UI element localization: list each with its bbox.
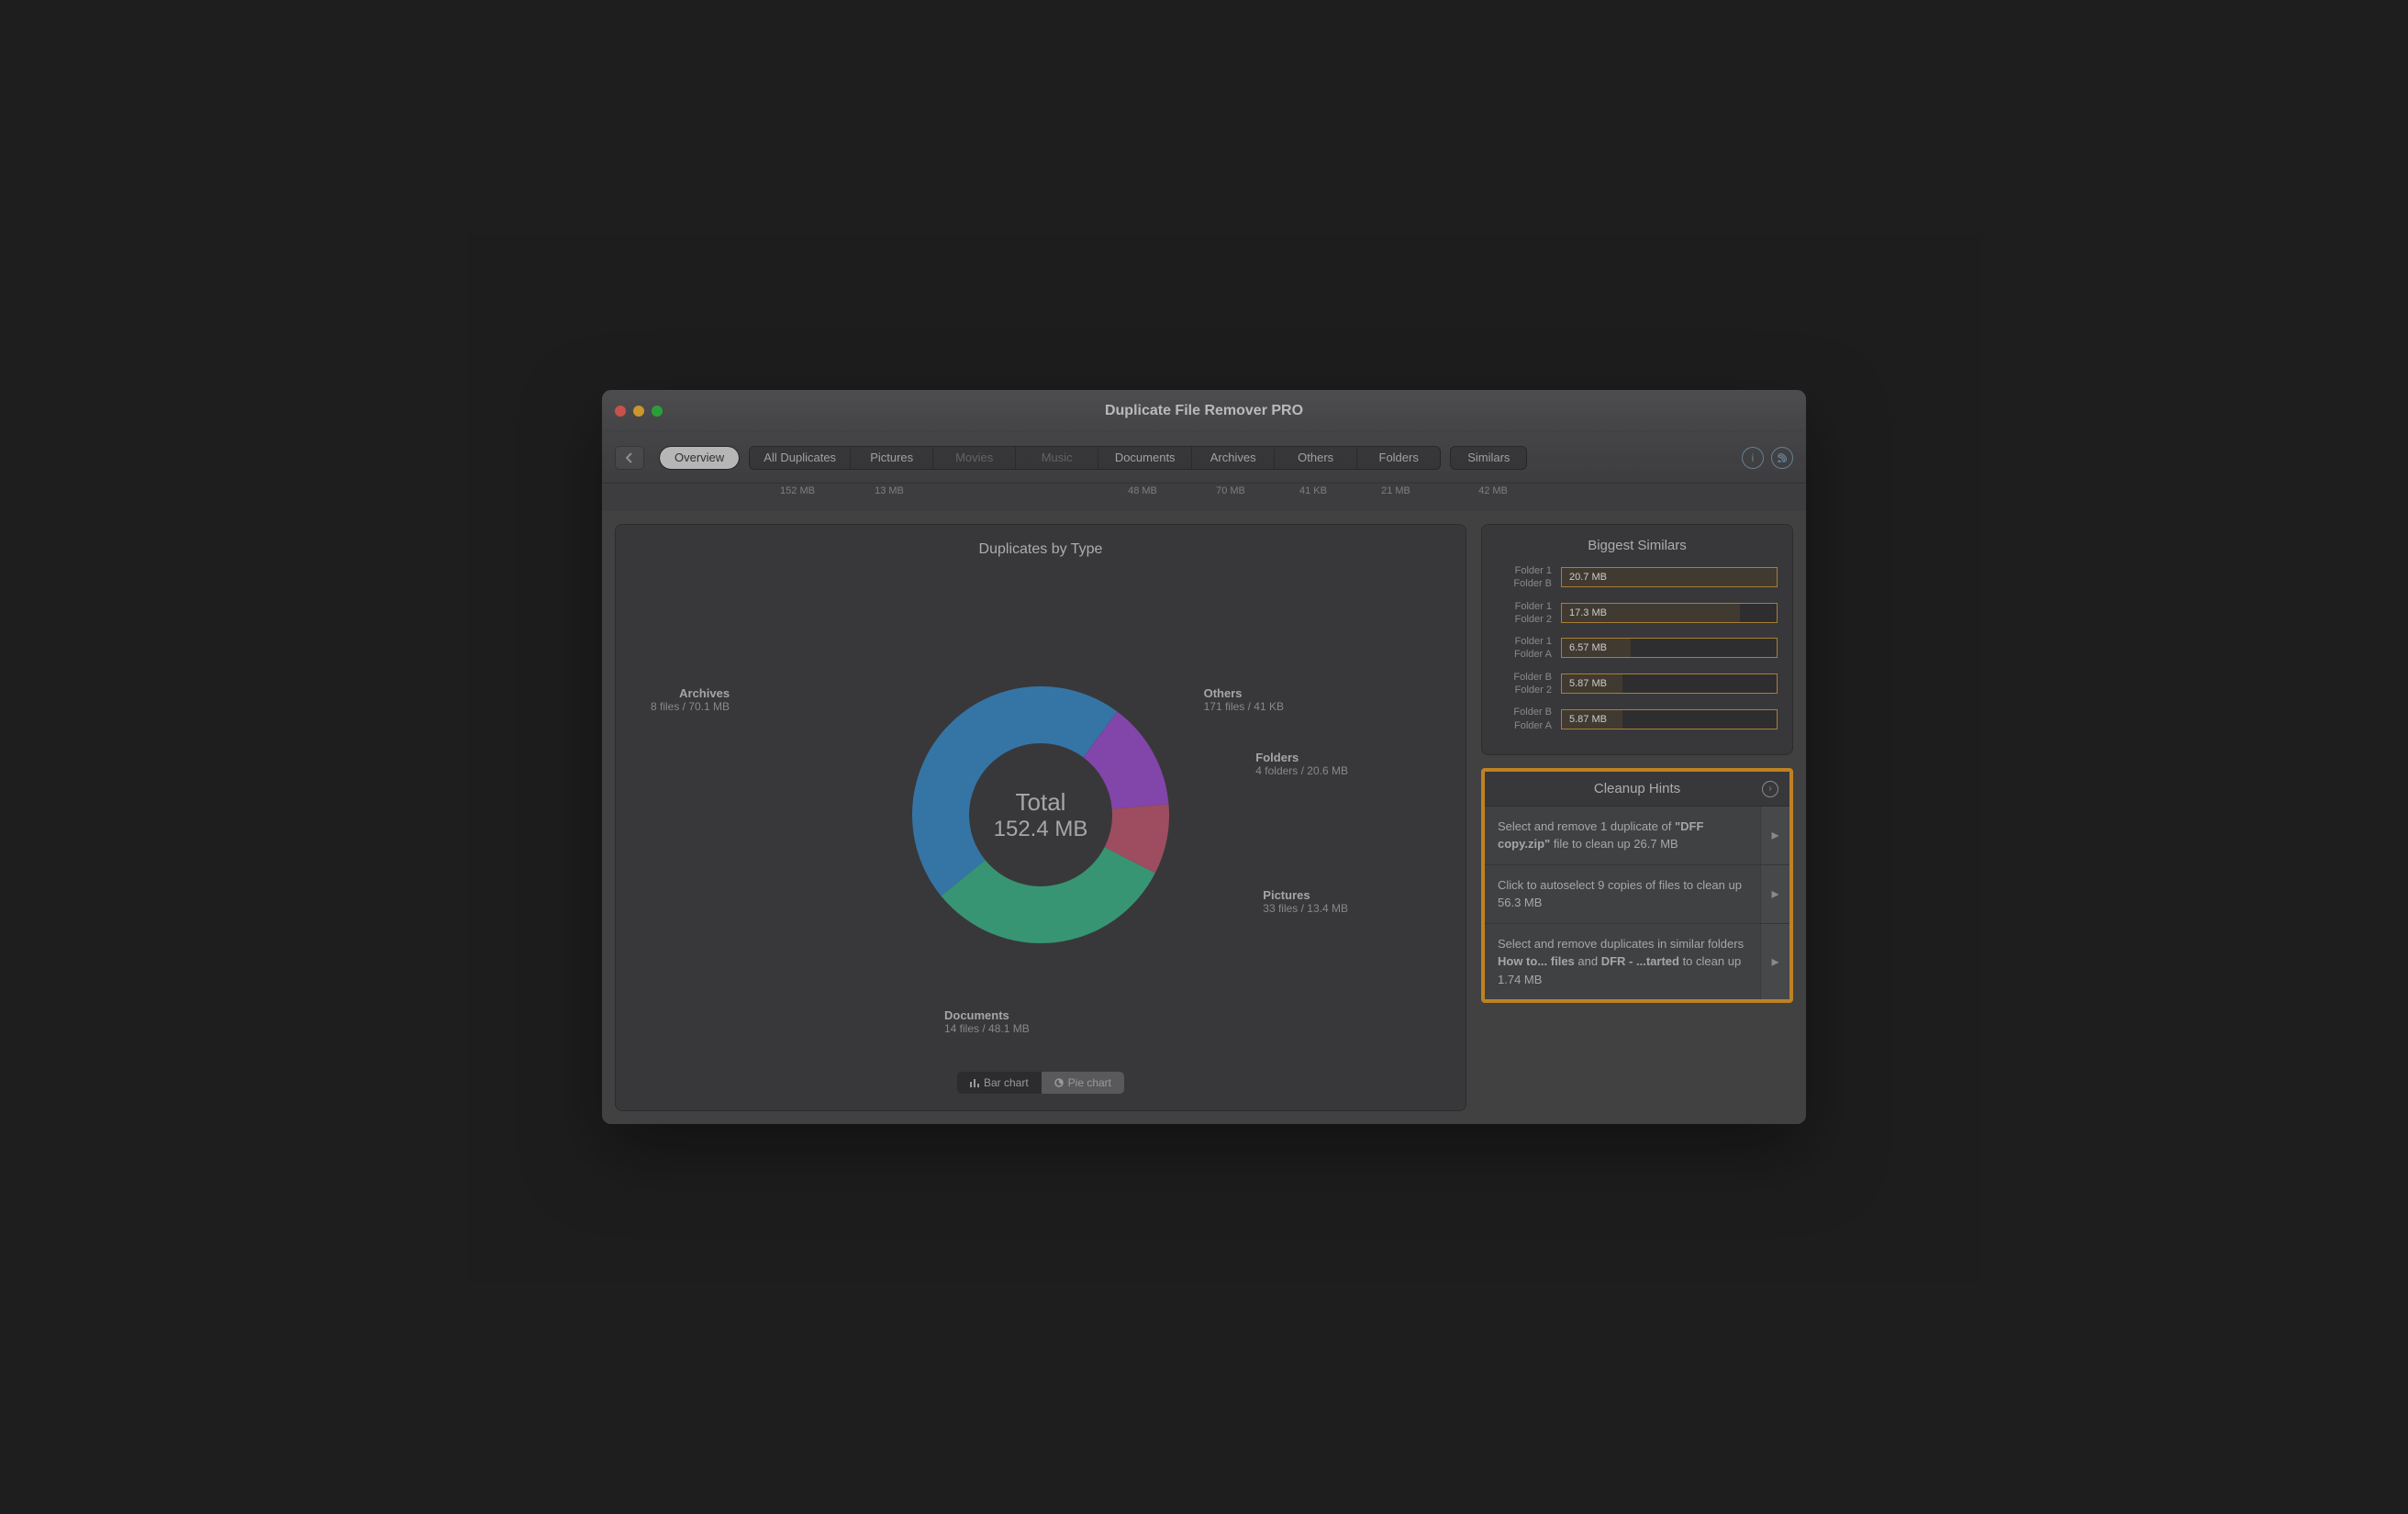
hint-text: Select and remove 1 duplicate of "DFF co… [1485,807,1760,864]
similar-size-value: 6.57 MB [1569,642,1607,653]
tab-size-label: 70 MB [1189,484,1272,511]
biggest-similars-panel: Biggest Similars Folder 1Folder B 20.7 M… [1481,524,1793,755]
cleanup-hint-item[interactable]: Select and remove 1 duplicate of "DFF co… [1485,807,1789,864]
hint-text: Click to autoselect 9 copies of files to… [1485,865,1760,923]
similar-size-value: 5.87 MB [1569,714,1607,725]
tab-size-label: 13 MB [848,484,931,511]
pie-chart-icon [1054,1078,1064,1087]
chart-title: Duplicates by Type [979,541,1103,558]
cleanup-hints-title: Cleanup Hints › [1485,772,1789,807]
chart-panel: Duplicates by Type Total 152.4 MB Archiv… [615,524,1466,1111]
hint-text: Select and remove duplicates in similar … [1485,924,1760,1000]
minimize-window-button[interactable] [633,406,644,417]
category-tabs: All DuplicatesPicturesMoviesMusicDocumen… [749,446,1441,470]
tab-all-duplicates[interactable]: All Duplicates [750,447,851,469]
traffic-lights [615,406,663,417]
similar-pair-labels: Folder BFolder A [1497,706,1552,732]
chart-type-toggle: Bar chart Pie chart [957,1072,1124,1094]
tab-size-label: 48 MB [1096,484,1189,511]
donut-center: Total 152.4 MB [994,788,1088,842]
callout-archives: Archives 8 files / 70.1 MB [651,686,730,713]
similar-row[interactable]: Folder BFolder 2 5.87 MB [1497,671,1778,697]
toolbar: Overview All DuplicatesPicturesMoviesMus… [602,432,1806,484]
similar-size-bar: 5.87 MB [1561,709,1778,729]
similar-size-bar: 5.87 MB [1561,674,1778,694]
tab-size-label: 152 MB [747,484,848,511]
hints-expand-button[interactable]: › [1762,781,1778,797]
tab-music: Music [1016,447,1098,469]
similar-row[interactable]: Folder 1Folder A 6.57 MB [1497,635,1778,662]
similar-pair-labels: Folder BFolder 2 [1497,671,1552,697]
callout-folders: Folders 4 folders / 20.6 MB [1255,751,1348,777]
tab-size-labels: 152 MB13 MB 48 MB70 MB41 KB21 MB 42 MB [602,484,1806,511]
tab-archives[interactable]: Archives [1192,447,1275,469]
similar-pair-labels: Folder 1Folder B [1497,564,1552,591]
similars-panel-title: Biggest Similars [1497,538,1778,553]
rss-button[interactable] [1771,447,1793,469]
callout-pictures: Pictures 33 files / 13.4 MB [1263,888,1348,915]
similar-row[interactable]: Folder BFolder A 5.87 MB [1497,706,1778,732]
toggle-pie-chart[interactable]: Pie chart [1042,1072,1124,1094]
similar-row[interactable]: Folder 1Folder B 20.7 MB [1497,564,1778,591]
fullscreen-window-button[interactable] [652,406,663,417]
tab-size-label: 41 KB [1272,484,1354,511]
content-area: Duplicates by Type Total 152.4 MB Archiv… [602,511,1806,1124]
tab-size-label [931,484,1013,511]
similar-size-value: 5.87 MB [1569,678,1607,689]
side-column: Biggest Similars Folder 1Folder B 20.7 M… [1481,524,1793,1111]
toggle-bar-chart[interactable]: Bar chart [957,1072,1042,1094]
similar-row[interactable]: Folder 1Folder 2 17.3 MB [1497,600,1778,627]
cleanup-hints-panel: Cleanup Hints › Select and remove 1 dupl… [1481,768,1793,1004]
similar-size-bar: 20.7 MB [1561,567,1778,587]
similar-size-value: 17.3 MB [1569,607,1607,618]
donut-center-label: Total [994,788,1088,817]
similar-pair-labels: Folder 1Folder 2 [1497,600,1552,627]
app-title: Duplicate File Remover PRO [602,403,1806,419]
cleanup-hint-item[interactable]: Select and remove duplicates in similar … [1485,923,1789,1000]
hint-action-arrow[interactable]: ▸ [1760,924,1789,1000]
similar-size-bar: 17.3 MB [1561,603,1778,623]
tab-size-label: 42 MB [1455,484,1531,511]
cleanup-hint-item[interactable]: Click to autoselect 9 copies of files to… [1485,864,1789,923]
tab-others[interactable]: Others [1275,447,1357,469]
tab-folders[interactable]: Folders [1357,447,1440,469]
info-button[interactable]: i [1742,447,1764,469]
hint-action-arrow[interactable]: ▸ [1760,865,1789,923]
hint-action-arrow[interactable]: ▸ [1760,807,1789,864]
back-button[interactable] [615,446,644,470]
tab-movies: Movies [933,447,1016,469]
similar-size-value: 20.7 MB [1569,572,1607,583]
tab-size-label: 21 MB [1354,484,1437,511]
overview-segment: Overview [659,446,740,470]
tab-pictures[interactable]: Pictures [851,447,933,469]
similar-size-bar: 6.57 MB [1561,638,1778,658]
donut-center-value: 152.4 MB [994,817,1088,842]
bar-chart-icon [970,1078,979,1087]
app-window: Duplicate File Remover PRO Overview All … [602,390,1806,1124]
tab-documents[interactable]: Documents [1098,447,1192,469]
callout-documents: Documents 14 files / 48.1 MB [944,1008,1030,1035]
chevron-left-icon [625,452,634,463]
callout-others: Others 171 files / 41 KB [1204,686,1284,713]
tab-size-label [1013,484,1096,511]
similar-pair-labels: Folder 1Folder A [1497,635,1552,662]
rss-icon [1778,453,1787,462]
titlebar: Duplicate File Remover PRO [602,390,1806,432]
close-window-button[interactable] [615,406,626,417]
tab-similars[interactable]: Similars [1450,446,1527,470]
tab-overview[interactable]: Overview [660,447,739,469]
donut-chart: Total 152.4 MB Archives 8 files / 70.1 M… [632,567,1449,1063]
